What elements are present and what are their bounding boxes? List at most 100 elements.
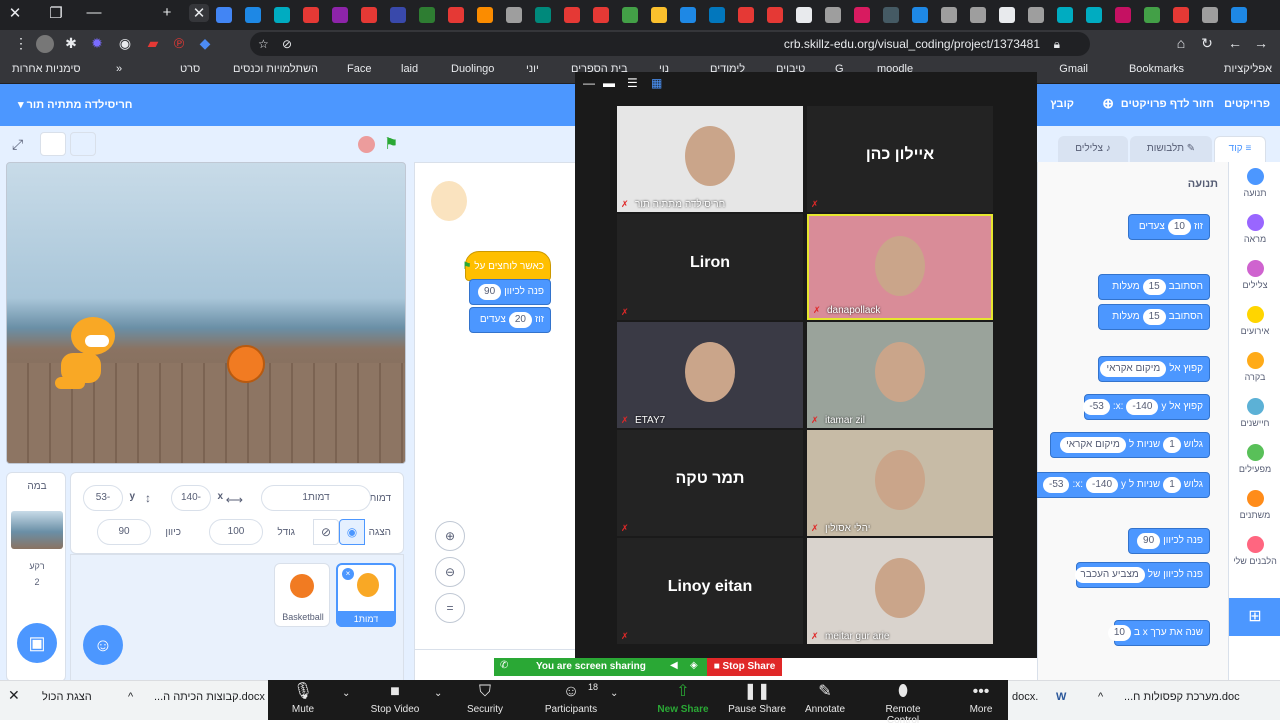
participant-tile[interactable]: itamar zil ✗ (807, 322, 993, 428)
stage-selector[interactable]: במה רקע 2 ▣ (6, 472, 66, 682)
tab-favicon[interactable] (477, 7, 493, 23)
tab-favicon[interactable] (651, 7, 667, 23)
tab-favicon[interactable] (825, 7, 841, 23)
tab-favicon[interactable] (1144, 7, 1160, 23)
basketball-sprite[interactable] (227, 345, 265, 383)
stacked-view-icon[interactable]: ☰ (627, 76, 638, 90)
globe-icon[interactable]: ⊕ (1102, 95, 1114, 112)
stop-share-button[interactable]: ■ Stop Share (707, 658, 782, 676)
tab-favicon[interactable] (999, 7, 1015, 23)
tab-favicon[interactable] (680, 7, 696, 23)
forward-icon[interactable]: → (1252, 35, 1270, 51)
tab-sounds[interactable]: צלילים ♪ (1058, 136, 1128, 162)
zoom-out-icon[interactable]: ⊖ (435, 557, 465, 587)
zoom-annotate-button[interactable]: ✎ Annotate (790, 680, 860, 715)
tab-favicon[interactable] (564, 7, 580, 23)
bookmark-duolingo[interactable]: Duolingo (451, 63, 494, 75)
category-1[interactable]: מראה (1229, 214, 1280, 244)
category-3[interactable]: אירועים (1229, 306, 1280, 336)
record-icon[interactable]: ◉ (116, 35, 134, 52)
bookmark-laid[interactable]: laid (401, 63, 418, 75)
tab-favicon[interactable] (303, 7, 319, 23)
participant-tile[interactable]: תמר טקה ✗ (617, 430, 803, 536)
zoom-remote-control-button[interactable]: ⬮ Remote Control (868, 680, 938, 726)
participant-tile[interactable]: danapollack ✗ (807, 214, 993, 320)
sprite-tile-cat[interactable]: דמות1 × (336, 563, 396, 627)
tab-favicon[interactable] (709, 7, 725, 23)
tab-favicon[interactable] (796, 7, 812, 23)
participant-tile[interactable]: Liron ✗ (617, 214, 803, 320)
tab-favicon[interactable] (390, 7, 406, 23)
pinterest-icon[interactable]: ℗ (170, 35, 188, 51)
tab-favicon[interactable] (593, 7, 609, 23)
bookmark-movie[interactable]: סרט (180, 63, 200, 75)
palette-block[interactable]: שנה את ערך x ב10 (1107, 620, 1210, 646)
bookmark-face[interactable]: Face (347, 63, 371, 75)
palette-block[interactable]: הסתובב15מעלות (1098, 304, 1210, 330)
tab-favicon[interactable] (506, 7, 522, 23)
bookmark-apps[interactable]: אפליקציות (1224, 63, 1272, 75)
x-input[interactable]: 140- (171, 485, 211, 511)
project-title[interactable]: ▾ חריסילדה מתתיה תור (18, 98, 133, 111)
chevron-down-icon[interactable]: ⌄ (434, 688, 442, 699)
chevron-down-icon[interactable]: ⌄ (342, 688, 350, 699)
palette-block[interactable]: זוז10צעדים (1128, 214, 1210, 240)
delete-icon[interactable]: × (342, 568, 354, 580)
add-sprite-button[interactable]: ☺ (83, 625, 123, 665)
tab-favicon[interactable] (970, 7, 986, 23)
tab-favicon[interactable] (535, 7, 551, 23)
stage-canvas[interactable] (6, 162, 406, 464)
bookmark-other[interactable]: סימניות אחרות (12, 63, 81, 75)
tab-favicon[interactable] (274, 7, 290, 23)
tab-favicon[interactable] (767, 7, 783, 23)
fullscreen-icon[interactable]: ⤢ (12, 136, 23, 153)
tab-favicon[interactable] (332, 7, 348, 23)
zoom-reset-icon[interactable]: = (435, 593, 465, 623)
tab-favicon[interactable] (854, 7, 870, 23)
category-7[interactable]: משתנים (1229, 490, 1280, 520)
tab-favicon[interactable] (1028, 7, 1044, 23)
category-8[interactable]: הלבנים שלי (1229, 536, 1280, 566)
palette-block[interactable]: פנה לכיוון90 (1128, 528, 1210, 554)
tab-favicon[interactable] (361, 7, 377, 23)
small-stage-icon[interactable] (40, 132, 66, 156)
tab-favicon[interactable] (1086, 7, 1102, 23)
tab-favicon[interactable] (941, 7, 957, 23)
menu-projects[interactable]: פרויקטים (1224, 98, 1270, 110)
tab-favicon[interactable] (216, 7, 232, 23)
zoom-new-share-button[interactable]: ⇧ New Share (648, 680, 718, 715)
show-eye-icon[interactable]: ◉ (339, 519, 365, 545)
avatar[interactable] (36, 35, 54, 53)
tab-favicon[interactable] (419, 7, 435, 23)
more-menu-icon[interactable]: ⋮ (12, 35, 30, 52)
extension-icon[interactable]: ◆ (196, 35, 214, 52)
reload-icon[interactable]: ↻ (1198, 35, 1216, 52)
participant-tile[interactable]: meitar gur arie ✗ (807, 538, 993, 644)
tab-favicon[interactable] (1202, 7, 1218, 23)
zoom-more-button[interactable]: ••• More (946, 680, 1016, 715)
palette-block[interactable]: קפוץ אלמיקום אקראי (1098, 356, 1210, 382)
chevron-right-icon[interactable]: » (116, 63, 122, 75)
bookmark-yoni[interactable]: יוני (526, 63, 539, 75)
move-steps-block[interactable]: זוז20צעדים (469, 307, 551, 333)
tab-favicon[interactable] (1231, 7, 1247, 23)
zoom-mute-button[interactable]: 🎙︎ Mute (268, 680, 338, 715)
tab-favicon[interactable] (1115, 7, 1131, 23)
tab-favicon[interactable] (622, 7, 638, 23)
green-flag-icon[interactable]: ⚑ (384, 134, 398, 154)
direction-input[interactable]: 90 (97, 519, 151, 545)
palette-block[interactable]: הסתובב15מעלות (1098, 274, 1210, 300)
sprite-name-input[interactable]: דמות1 (261, 485, 371, 511)
bookmark-training[interactable]: השתלמויות וכנסים (233, 63, 318, 75)
category-0[interactable]: תנועה (1229, 168, 1280, 198)
participant-tile[interactable]: ETAY7 ✗ (617, 322, 803, 428)
participant-tile[interactable]: Linoy eitan ✗ (617, 538, 803, 644)
address-bar[interactable]: crb.skillz-edu.org/visual_coding/project… (250, 32, 1090, 56)
bookmark-bookmarks[interactable]: Bookmarks (1129, 63, 1184, 75)
zoom-participants-button[interactable]: ☺ Participants 18 (536, 680, 606, 715)
single-view-icon[interactable]: ▬ (603, 76, 615, 90)
large-stage-icon[interactable] (70, 132, 96, 156)
add-extension-button[interactable]: ⊞ (1229, 598, 1280, 636)
close-window-icon[interactable]: ✕ (5, 4, 25, 22)
tab-favicon[interactable] (738, 7, 754, 23)
